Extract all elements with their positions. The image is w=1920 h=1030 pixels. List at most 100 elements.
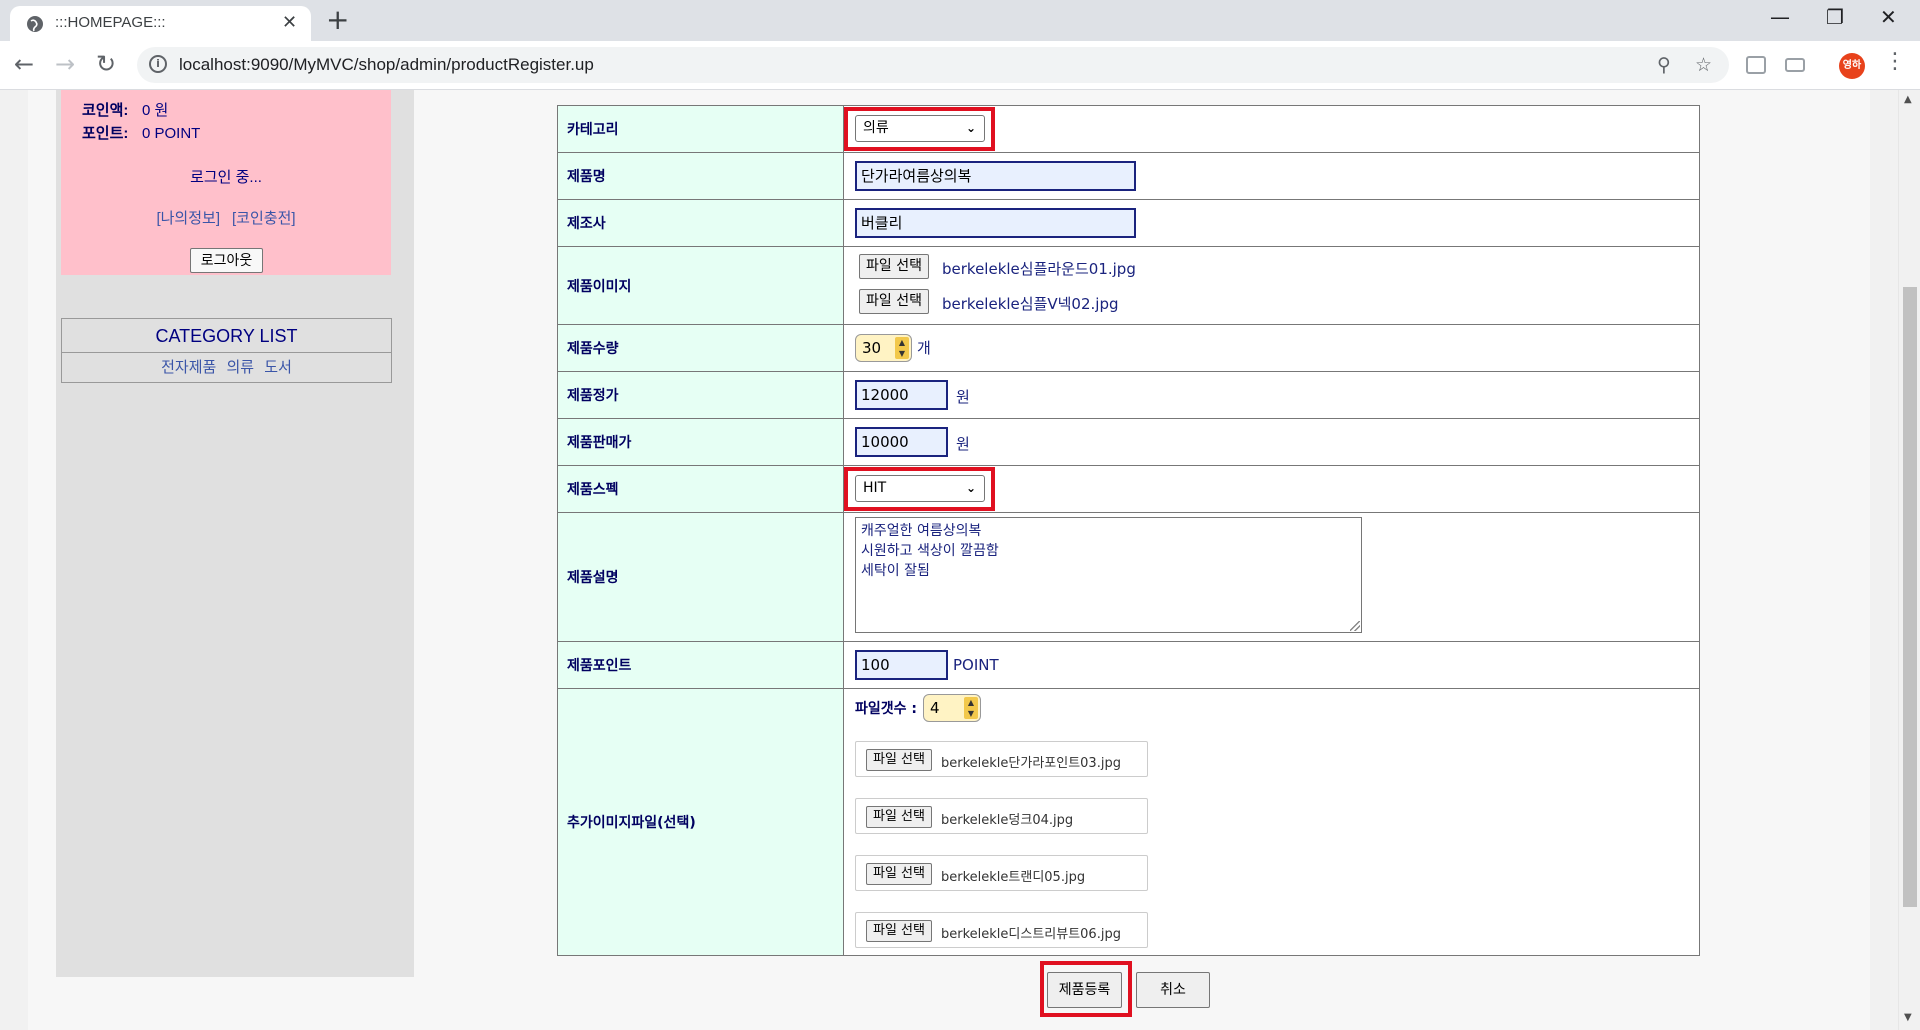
row-description: 제품설명 캐주얼한 여름상의복 시원하고 색상이 깔끔함 세탁이 잘됨: [558, 513, 1699, 642]
sale-price-label: 제품판매가: [558, 419, 844, 465]
file-count-label: 파일갯수 :: [855, 701, 917, 717]
price-unit: 원: [956, 388, 970, 406]
login-info-box: 코인액: 0 원 포인트: 0 POINT 로그인 중... [나의정보] [코인충전…: [61, 90, 391, 275]
coin-charge-link[interactable]: [코인충전]: [232, 210, 296, 227]
cancel-button[interactable]: 취소: [1136, 972, 1210, 1008]
coin-value: 0 원: [142, 102, 169, 119]
extra-file-1-button[interactable]: 파일 선택: [866, 749, 932, 771]
point-row: 포인트: 0 POINT: [82, 122, 200, 143]
category-list-title: CATEGORY LIST: [62, 319, 391, 353]
coin-row: 코인액: 0 원: [82, 99, 168, 120]
site-info-icon[interactable]: i: [149, 55, 167, 73]
product-name-input[interactable]: 단가라여름상의복: [855, 161, 1136, 191]
extra-file-4-button[interactable]: 파일 선택: [866, 920, 932, 942]
browser-tab[interactable]: :::HOMEPAGE::: ✕: [10, 6, 311, 41]
cast-icon[interactable]: [1785, 58, 1805, 72]
row-point: 제품포인트 100 POINT: [558, 642, 1699, 689]
browser-tab-bar: :::HOMEPAGE::: ✕ + — ❐ ✕: [0, 0, 1920, 41]
page-viewport: 코인액: 0 원 포인트: 0 POINT 로그인 중... [나의정보] [코인충전…: [0, 90, 1898, 1030]
extra-images-label: 추가이미지파일(선택): [558, 689, 844, 955]
point-unit: POINT: [953, 656, 999, 674]
extra-file-3-button[interactable]: 파일 선택: [866, 863, 932, 885]
maker-label: 제조사: [558, 200, 844, 246]
reload-icon[interactable]: ↻: [96, 51, 116, 77]
quantity-stepper[interactable]: 30 ▲ ▼: [855, 334, 912, 362]
quantity-value: 30: [862, 339, 882, 357]
row-price: 제품정가 12000 원: [558, 372, 1699, 419]
point-label: 포인트:: [82, 125, 129, 142]
spinner-arrows-icon[interactable]: ▲ ▼: [895, 337, 909, 359]
sale-price-unit: 원: [956, 435, 970, 453]
scroll-down-icon[interactable]: ▼: [1904, 1012, 1912, 1023]
url-text[interactable]: localhost:9090/MyMVC/shop/admin/productR…: [179, 55, 594, 75]
bookmark-star-icon[interactable]: ☆: [1695, 54, 1712, 76]
extra-file-1: 파일 선택 berkelekle단가라포인트03.jpg: [855, 741, 1148, 777]
point-input[interactable]: 100: [855, 650, 948, 680]
row-product-image: 제품이미지 파일 선택 berkelekle심플라운드01.jpg 파일 선택 …: [558, 247, 1699, 325]
row-product-name: 제품명 단가라여름상의복: [558, 153, 1699, 200]
page-scrollbar[interactable]: ▲ ▼: [1898, 90, 1920, 1030]
point-value: 0 POINT: [142, 125, 201, 142]
product-register-form: 카테고리 의류 ⌄ 제품명 단가라여름상의복 제조사 버클리 제품이미지 파일 …: [557, 105, 1700, 956]
row-sale-price: 제품판매가 10000 원: [558, 419, 1699, 466]
back-icon[interactable]: ←: [14, 51, 34, 77]
file-count-stepper[interactable]: 4 ▲ ▼: [923, 694, 981, 722]
extra-file-2-name: berkelekle덩크04.jpg: [941, 813, 1074, 828]
row-quantity: 제품수량 30 ▲ ▼ 개: [558, 325, 1699, 372]
extension-icon[interactable]: [1746, 56, 1766, 74]
highlight-box: [844, 107, 995, 151]
description-line: 세탁이 잘됨: [861, 563, 930, 579]
quantity-unit: 개: [917, 339, 931, 357]
extra-file-1-name: berkelekle단가라포인트03.jpg: [941, 756, 1121, 771]
price-input[interactable]: 12000: [855, 380, 948, 410]
category-clothing-link[interactable]: 의류: [226, 359, 254, 376]
image1-filename: berkelekle심플라운드01.jpg: [942, 260, 1136, 278]
category-label: 카테고리: [558, 106, 844, 152]
scrollbar-thumb[interactable]: [1903, 287, 1917, 907]
image1-file-button[interactable]: 파일 선택: [859, 254, 929, 279]
extra-file-4: 파일 선택 berkelekle디스트리뷰트06.jpg: [855, 912, 1148, 948]
category-books-link[interactable]: 도서: [264, 359, 292, 376]
price-label: 제품정가: [558, 372, 844, 418]
menu-kebab-icon[interactable]: ⋮: [1884, 49, 1906, 74]
login-status: 로그인 중...: [190, 169, 262, 186]
forward-icon[interactable]: →: [55, 51, 75, 77]
zoom-icon[interactable]: ⚲: [1657, 54, 1671, 76]
profile-avatar[interactable]: 영하: [1839, 53, 1865, 79]
extra-file-2-button[interactable]: 파일 선택: [866, 806, 932, 828]
description-label: 제품설명: [558, 513, 844, 641]
product-image-label: 제품이미지: [558, 247, 844, 324]
tab-close-icon[interactable]: ✕: [282, 12, 297, 34]
tab-title: :::HOMEPAGE:::: [55, 14, 166, 31]
image2-file-button[interactable]: 파일 선택: [859, 289, 929, 314]
extra-file-4-name: berkelekle디스트리뷰트06.jpg: [941, 927, 1121, 942]
minimize-icon[interactable]: —: [1770, 6, 1790, 28]
new-tab-icon[interactable]: +: [326, 4, 349, 36]
register-product-button[interactable]: 제품등록: [1047, 972, 1122, 1008]
logout-button[interactable]: 로그아웃: [190, 248, 263, 273]
spinner-arrows-icon[interactable]: ▲ ▼: [964, 697, 978, 719]
spec-label: 제품스펙: [558, 466, 844, 512]
scroll-up-icon[interactable]: ▲: [1904, 94, 1912, 105]
browser-toolbar: ← → ↻ i localhost:9090/MyMVC/shop/admin/…: [0, 41, 1920, 90]
category-items: 전자제품 의류 도서: [62, 353, 391, 383]
category-electronics-link[interactable]: 전자제품: [161, 359, 216, 376]
description-line: 캐주얼한 여름상의복: [861, 523, 982, 539]
restore-icon[interactable]: ❐: [1826, 6, 1844, 28]
row-spec: 제품스펙 HIT ⌄: [558, 466, 1699, 513]
row-maker: 제조사 버클리: [558, 200, 1699, 247]
image2-filename: berkelekle심플V넥02.jpg: [942, 295, 1119, 313]
category-list: CATEGORY LIST 전자제품 의류 도서: [61, 318, 392, 383]
account-links: [나의정보] [코인충전]: [61, 207, 391, 228]
row-category: 카테고리 의류 ⌄: [558, 106, 1699, 153]
address-bar[interactable]: i localhost:9090/MyMVC/shop/admin/produc…: [137, 47, 1729, 83]
sale-price-input[interactable]: 10000: [855, 427, 948, 457]
resize-handle-icon[interactable]: [1350, 621, 1360, 631]
window-close-icon[interactable]: ✕: [1880, 6, 1897, 28]
point-field-label: 제품포인트: [558, 642, 844, 688]
my-info-link[interactable]: [나의정보]: [156, 210, 220, 227]
extra-file-2: 파일 선택 berkelekle덩크04.jpg: [855, 798, 1148, 834]
description-line: 시원하고 색상이 깔끔함: [861, 543, 999, 559]
maker-input[interactable]: 버클리: [855, 208, 1136, 238]
description-textarea[interactable]: 캐주얼한 여름상의복 시원하고 색상이 깔끔함 세탁이 잘됨: [855, 517, 1362, 633]
